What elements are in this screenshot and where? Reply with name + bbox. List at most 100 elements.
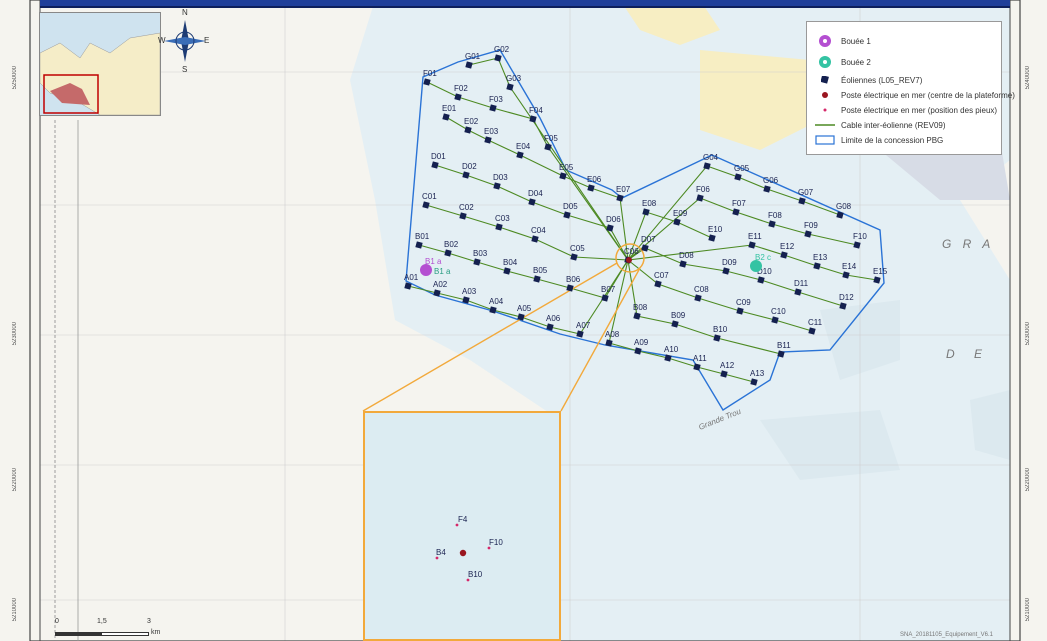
- buoy-1-label-b: B1 a: [434, 267, 451, 276]
- turbine-label-a03: A03: [462, 287, 477, 296]
- legend-item-cable: Cable inter-éolienne (REV09): [815, 118, 946, 132]
- overview-inset-map: [40, 13, 160, 115]
- turbine-label-d12: D12: [839, 293, 854, 302]
- cable-icon: [815, 124, 835, 126]
- shoal-5: [970, 390, 1010, 460]
- turbine-label-c06: C06: [624, 247, 639, 256]
- zoom-inset-marks: [435, 523, 491, 582]
- turbine-label-b03: B03: [473, 249, 488, 258]
- turbine-label-a12: A12: [720, 361, 735, 370]
- turbine-label-f06: F06: [696, 185, 710, 194]
- zoom-substation-center: [459, 549, 467, 557]
- coord-left-0: 5250000: [12, 66, 18, 90]
- turbine-label-b11: B11: [777, 341, 791, 350]
- coord-right-2: 5220000: [1025, 468, 1031, 492]
- zoom-label-b4: B4: [436, 548, 446, 557]
- overview-inset: [39, 12, 161, 116]
- turbine-label-f10: F10: [853, 232, 867, 241]
- turbine-label-f08: F08: [768, 211, 782, 220]
- compass-rose: N S E W: [158, 8, 210, 74]
- zoom-pile-f10: [487, 546, 491, 550]
- coord-left-3: 5210000: [12, 598, 18, 622]
- turbine-label-b09: B09: [671, 311, 686, 320]
- buoy-1-label: B1 a: [425, 257, 442, 266]
- sea-label-de: D E: [946, 347, 990, 361]
- turbine-label-e08: E08: [642, 199, 657, 208]
- substation-pile-icon: [823, 108, 827, 112]
- turbine-label-e15: E15: [873, 267, 888, 276]
- compass-w: W: [158, 36, 166, 45]
- turbine-label-e04: E04: [516, 142, 531, 151]
- legend-item-poste-centre: Poste électrique en mer (centre de la pl…: [815, 88, 1015, 102]
- substation-zoom-inset: F4 F10 B4 B10: [363, 411, 561, 641]
- turbine-label-g04: G04: [703, 153, 719, 162]
- boundary-icon: [815, 135, 835, 145]
- scale-unit: km: [151, 629, 161, 636]
- turbine-label-c10: C10: [771, 307, 786, 316]
- turbine-label-e01: E01: [442, 104, 457, 113]
- buoy-1-icon: [819, 35, 831, 47]
- legend-item-limite: Limite de la concession PBG: [815, 133, 943, 147]
- compass-icon: [164, 20, 206, 62]
- turbine-label-c04: C04: [531, 226, 546, 235]
- turbine-label-e10: E10: [708, 225, 723, 234]
- turbine-label-b07: B07: [601, 285, 616, 294]
- turbine-label-f01: F01: [423, 69, 437, 78]
- turbine-label-g08: G08: [836, 202, 852, 211]
- turbine-label-b06: B06: [566, 275, 581, 284]
- turbine-label-b02: B02: [444, 240, 459, 249]
- scale-bar: 0 1,5 3 km: [55, 618, 165, 640]
- turbine-label-f04: F04: [529, 106, 543, 115]
- turbine-label-d11: D11: [794, 279, 809, 288]
- legend-label: Bouée 2: [841, 57, 871, 67]
- turbine-label-a01: A01: [404, 273, 419, 282]
- turbine-label-e05: E05: [559, 163, 574, 172]
- turbine-label-b01: B01: [415, 232, 430, 241]
- legend-item-bouee1: Bouée 1: [815, 34, 871, 48]
- zoom-pile-f4: [455, 523, 459, 527]
- coord-right-0: 5240000: [1025, 66, 1031, 90]
- turbine-label-e07: E07: [616, 185, 631, 194]
- turbine-label-f03: F03: [489, 95, 503, 104]
- turbine-label-b10: B10: [713, 325, 728, 334]
- turbine-label-c09: C09: [736, 298, 751, 307]
- turbine-label-g07: G07: [798, 188, 814, 197]
- turbine-label-f05: F05: [544, 134, 558, 143]
- title-bar: [40, 0, 1010, 8]
- turbine-label-a10: A10: [664, 345, 679, 354]
- zoom-label-b10: B10: [468, 570, 483, 579]
- legend-label: Poste électrique en mer (centre de la pl…: [841, 90, 1015, 100]
- legend-item-bouee2: Bouée 2: [815, 55, 871, 69]
- turbine-label-e02: E02: [464, 117, 479, 126]
- turbine-label-d03: D03: [493, 173, 508, 182]
- scale-tick-2: 3: [147, 618, 151, 625]
- turbine-label-b05: B05: [533, 266, 548, 275]
- turbine-label-a07: A07: [576, 321, 591, 330]
- turbine-label-a09: A09: [634, 338, 649, 347]
- legend-item-poste-pieux: Poste électrique en mer (position des pi…: [815, 103, 997, 117]
- turbine-label-e11: E11: [748, 232, 762, 241]
- zoom-label-f4: F4: [458, 515, 468, 524]
- substation-center-icon: [822, 92, 828, 98]
- substation-center: [626, 257, 632, 263]
- turbine-label-g02: G02: [494, 45, 510, 54]
- turbine-label-a02: A02: [433, 280, 448, 289]
- turbine-icon: [821, 76, 829, 84]
- legend: Bouée 1 Bouée 2 Éoliennes (L05_REV7) Pos…: [806, 21, 1015, 155]
- turbine-label-e12: E12: [780, 242, 795, 251]
- turbine-label-c05: C05: [570, 244, 585, 253]
- zoom-label-f10: F10: [489, 538, 503, 547]
- compass-n: N: [182, 8, 188, 17]
- compass-e: E: [204, 36, 210, 45]
- compass-s: S: [182, 65, 188, 74]
- turbine-label-a13: A13: [750, 369, 765, 378]
- scale-tick-0: 0: [55, 618, 59, 625]
- turbine-label-e13: E13: [813, 253, 828, 262]
- turbine-label-d09: D09: [722, 258, 737, 267]
- turbine-label-d04: D04: [528, 189, 543, 198]
- turbine-label-e14: E14: [842, 262, 857, 271]
- turbine-label-d06: D06: [606, 215, 621, 224]
- legend-label: Poste électrique en mer (position des pi…: [841, 105, 998, 115]
- map-stage: A01 A02 A03 A04 A05 A06 A07 A08 A09 A10 A11 A12 A13 B…: [0, 0, 1047, 641]
- legend-label: Limite de la concession PBG: [841, 135, 944, 145]
